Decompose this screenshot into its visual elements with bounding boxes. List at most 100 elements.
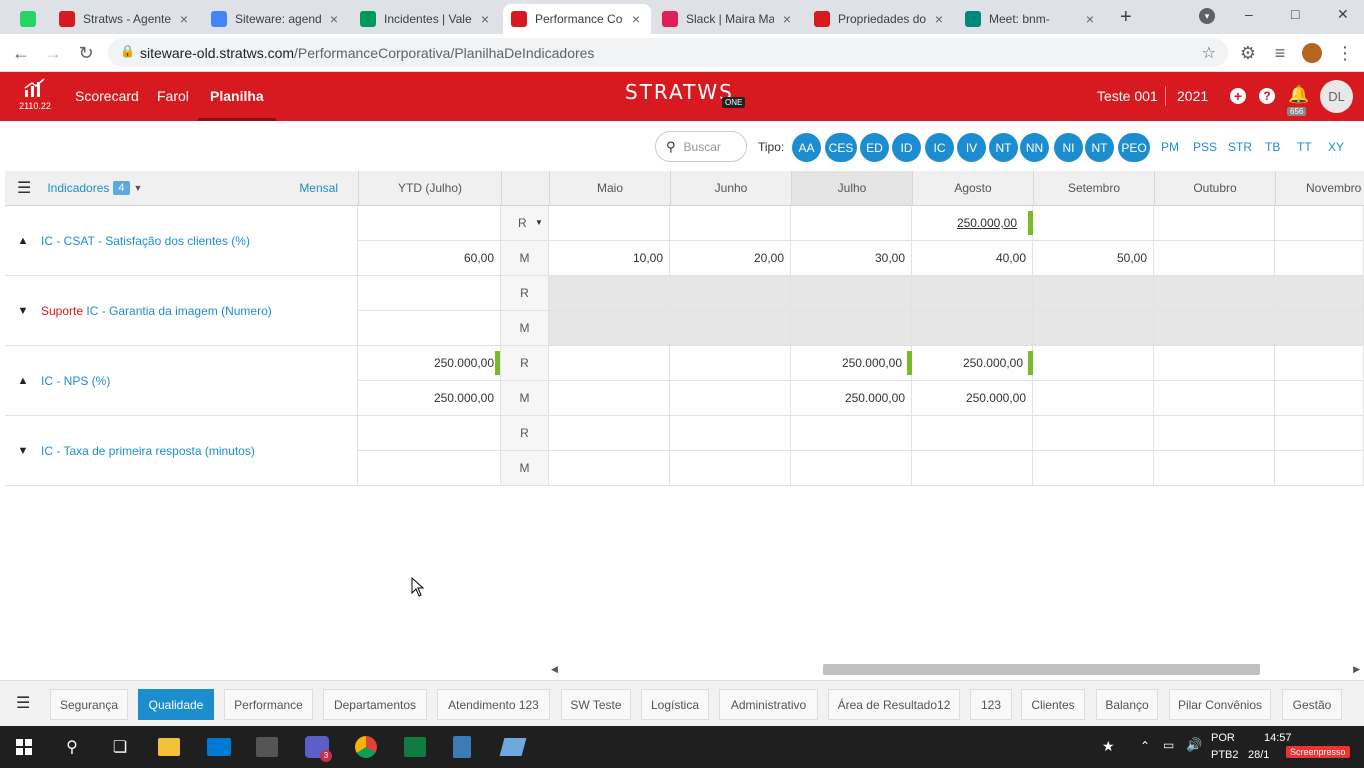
category-tab[interactable]: Performance: [224, 689, 313, 720]
new-tab-icon[interactable]: +: [1120, 6, 1132, 29]
value-cell[interactable]: [549, 346, 670, 381]
close-tab-icon[interactable]: ×: [478, 11, 492, 27]
value-cell[interactable]: 250.000,00: [912, 206, 1033, 241]
value-cell[interactable]: [670, 276, 791, 311]
category-tab[interactable]: Gestão: [1282, 689, 1342, 720]
value-cell[interactable]: [1154, 311, 1275, 346]
value-cell[interactable]: [1154, 346, 1275, 381]
ytd-cell[interactable]: 250.000,00: [358, 346, 501, 381]
value-cell[interactable]: [912, 416, 1033, 451]
back-icon[interactable]: ←: [10, 43, 32, 64]
type-filter-pill[interactable]: IV: [957, 133, 986, 162]
category-tab[interactable]: Balanço: [1096, 689, 1158, 720]
task-view-icon[interactable]: ❏: [108, 735, 132, 759]
mail-icon[interactable]: [207, 738, 231, 756]
menu-planilha[interactable]: Planilha: [198, 72, 276, 121]
user-avatar[interactable]: DL: [1320, 80, 1353, 113]
home-logo[interactable]: 2110.22: [18, 78, 52, 111]
tab-search-icon[interactable]: ▾: [1199, 8, 1215, 24]
type-filter-pill[interactable]: NT: [1085, 133, 1114, 162]
category-tab[interactable]: Pilar Convênios: [1169, 689, 1271, 720]
browser-tab[interactable]: Incidentes | Vale ×: [352, 4, 500, 34]
value-cell[interactable]: [1154, 206, 1275, 241]
store-icon[interactable]: [256, 737, 278, 757]
profile-avatar[interactable]: [1302, 43, 1322, 63]
close-tab-icon[interactable]: ×: [177, 11, 191, 27]
caret-down-icon[interactable]: ▼: [134, 183, 143, 193]
value-cell[interactable]: [1154, 416, 1275, 451]
add-icon[interactable]: +: [1230, 88, 1246, 104]
bookmark-star-icon[interactable]: ☆: [1202, 43, 1216, 63]
browser-tab[interactable]: Siteware: agenda ×: [203, 4, 349, 34]
value-cell[interactable]: [791, 311, 912, 346]
indicator-row[interactable]: ▲ IC - NPS (%): [5, 346, 358, 416]
type-filter-option[interactable]: STR: [1228, 140, 1252, 154]
value-cell[interactable]: [912, 276, 1033, 311]
type-filter-pill[interactable]: ED: [860, 133, 889, 162]
value-cell[interactable]: 250.000,00: [912, 381, 1033, 416]
menu-farol[interactable]: Farol: [157, 72, 189, 121]
scroll-left-icon[interactable]: ◀: [551, 664, 558, 675]
value-cell[interactable]: [670, 346, 791, 381]
category-tab[interactable]: Departamentos: [323, 689, 427, 720]
year-selector[interactable]: 2021: [1177, 88, 1208, 104]
indicator-name[interactable]: IC - CSAT - Satisfação dos clientes (%): [41, 234, 250, 248]
bell-icon[interactable]: 🔔: [1288, 85, 1309, 105]
value-cell[interactable]: 30,00: [791, 241, 912, 276]
value-cell[interactable]: [1275, 206, 1364, 241]
url-field[interactable]: 🔒 siteware-old.stratws.com/PerformanceCo…: [108, 38, 1228, 67]
value-cell[interactable]: [670, 451, 791, 486]
ytd-cell[interactable]: [358, 451, 501, 486]
extensions-icon[interactable]: ⚙: [1237, 43, 1259, 64]
value-cell[interactable]: [1033, 311, 1154, 346]
value-cell[interactable]: [670, 206, 791, 241]
value-cell[interactable]: [1033, 346, 1154, 381]
file-explorer-icon[interactable]: [158, 738, 180, 756]
category-tab[interactable]: SW Teste: [561, 689, 631, 720]
close-tab-icon[interactable]: ×: [932, 11, 946, 27]
context-selector[interactable]: Teste 001: [1097, 88, 1158, 104]
minimize-icon[interactable]: –: [1245, 6, 1253, 22]
value-cell[interactable]: [1033, 381, 1154, 416]
value-cell[interactable]: [1033, 451, 1154, 486]
tray-chevron-icon[interactable]: ⌃: [1140, 739, 1150, 753]
value-cell[interactable]: [549, 206, 670, 241]
value-cell[interactable]: [670, 311, 791, 346]
volume-icon[interactable]: 🔊: [1186, 737, 1202, 753]
categories-menu-icon[interactable]: ☰: [16, 693, 30, 713]
period-selector[interactable]: Mensal: [299, 181, 338, 195]
value-cell[interactable]: [1033, 206, 1154, 241]
value-cell[interactable]: [1154, 276, 1275, 311]
value-cell[interactable]: 40,00: [912, 241, 1033, 276]
value-cell[interactable]: 250.000,00: [791, 346, 912, 381]
value-cell[interactable]: [1275, 381, 1364, 416]
category-tab[interactable]: 123: [970, 689, 1012, 720]
hamburger-icon[interactable]: ☰: [17, 178, 31, 198]
category-tab[interactable]: Administrativo: [719, 689, 818, 720]
value-cell[interactable]: [549, 311, 670, 346]
type-filter-pill[interactable]: PEO: [1118, 133, 1150, 162]
maximize-icon[interactable]: □: [1291, 6, 1299, 22]
language-indicator[interactable]: POR: [1211, 732, 1235, 744]
scroll-thumb[interactable]: [823, 664, 1260, 675]
calculator-icon[interactable]: [453, 736, 471, 758]
value-cell[interactable]: [791, 206, 912, 241]
caret-down-icon[interactable]: ▼: [535, 218, 543, 227]
indicator-name[interactable]: IC - Taxa de primeira resposta (minutos): [41, 444, 255, 458]
value-cell[interactable]: [1275, 416, 1364, 451]
type-filter-option[interactable]: TB: [1265, 140, 1280, 154]
value-cell[interactable]: [670, 416, 791, 451]
indicator-name[interactable]: Suporte IC - Garantia da imagem (Numero): [41, 304, 272, 318]
browser-tab[interactable]: Stratws - Agente ×: [51, 4, 199, 34]
close-tab-icon[interactable]: ×: [327, 11, 341, 27]
value-cell[interactable]: 250.000,00: [912, 346, 1033, 381]
value-cell[interactable]: [549, 451, 670, 486]
reading-list-icon[interactable]: ≡: [1269, 43, 1291, 64]
spreadsheet-app-icon[interactable]: [404, 737, 426, 757]
value-cell[interactable]: [1275, 346, 1364, 381]
indicators-label[interactable]: Indicadores: [47, 181, 109, 195]
ytd-cell[interactable]: [358, 311, 501, 346]
close-tab-icon[interactable]: ×: [1083, 11, 1097, 27]
indicator-row[interactable]: ▼ Suporte IC - Garantia da imagem (Numero…: [5, 276, 358, 346]
type-filter-pill[interactable]: NN: [1020, 133, 1049, 162]
